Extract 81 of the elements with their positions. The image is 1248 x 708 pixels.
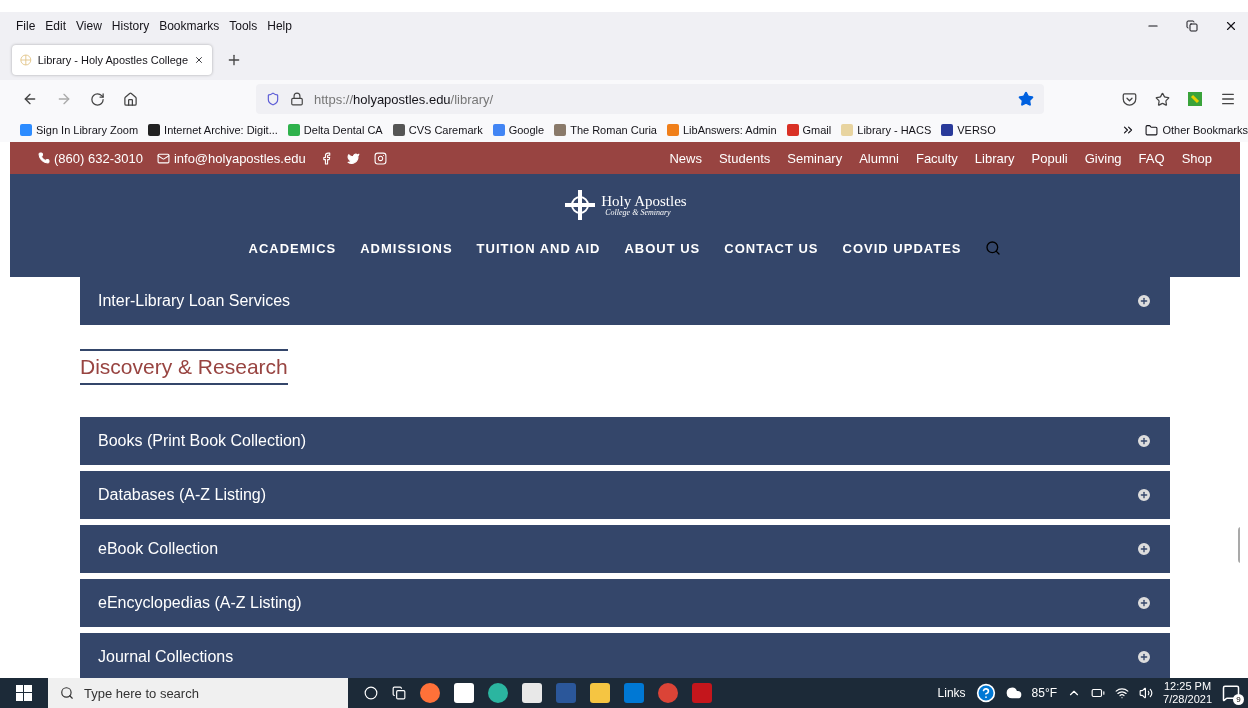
phone-link[interactable]: (860) 632-3010: [38, 150, 143, 166]
temperature[interactable]: 85°F: [1031, 686, 1058, 700]
network-icon[interactable]: [1115, 686, 1130, 700]
cross-logo-icon: [563, 188, 598, 222]
top-nav-link[interactable]: Seminary: [787, 150, 843, 166]
menu-item[interactable]: View: [76, 19, 102, 33]
accordion-header[interactable]: Databases (A-Z Listing): [80, 471, 1170, 519]
twitter-icon[interactable]: [346, 151, 360, 165]
top-nav-link[interactable]: News: [669, 150, 702, 166]
menu-item[interactable]: Help: [267, 19, 292, 33]
main-nav-link[interactable]: ADMISSIONS: [360, 240, 453, 256]
taskbar-search-field[interactable]: Type here to search: [48, 678, 348, 708]
main-nav-link[interactable]: CONTACT US: [724, 240, 819, 256]
close-tab-icon[interactable]: [194, 54, 204, 66]
bookmark-link[interactable]: The Roman Curia: [554, 124, 657, 136]
main-nav-link[interactable]: COVID UPDATES: [842, 240, 962, 256]
top-nav-link[interactable]: Giving: [1084, 150, 1122, 166]
clock[interactable]: 12:25 PM 7/28/2021: [1163, 679, 1212, 707]
main-nav-link[interactable]: TUITION AND AID: [476, 240, 601, 256]
new-tab-icon[interactable]: [226, 52, 242, 68]
main-nav-link[interactable]: ACADEMICS: [248, 240, 337, 256]
top-nav-link[interactable]: Faculty: [915, 150, 958, 166]
cortana-icon[interactable]: [364, 686, 378, 700]
weather-icon[interactable]: [1005, 685, 1022, 701]
bookmark-link[interactable]: Sign In Library Zoom: [20, 124, 139, 136]
top-nav-link[interactable]: Students: [718, 150, 771, 166]
main-nav-link[interactable]: ABOUT US: [624, 240, 701, 256]
site-logo[interactable]: Holy Apostles College & Seminary: [563, 188, 687, 222]
other-bookmarks[interactable]: Other Bookmarks: [1145, 123, 1248, 137]
notifications-icon[interactable]: [1222, 684, 1240, 702]
close-icon[interactable]: [1224, 19, 1238, 33]
help-icon[interactable]: [975, 683, 996, 703]
menu-item[interactable]: File: [16, 19, 36, 33]
bookmark-link[interactable]: Internet Archive: Digit...: [148, 124, 278, 136]
links-toolbar[interactable]: Links: [937, 686, 966, 700]
top-nav-link[interactable]: Alumni: [859, 150, 899, 166]
pocket-icon[interactable]: [1122, 91, 1137, 107]
phone-icon: [38, 152, 50, 164]
instagram-icon[interactable]: [373, 151, 387, 165]
bookmark-link[interactable]: Gmail: [786, 124, 832, 136]
menu-item[interactable]: Bookmarks: [159, 19, 220, 33]
cross-favicon-icon: [20, 53, 32, 67]
menu-item[interactable]: History: [111, 19, 150, 33]
folder-icon: [1145, 123, 1159, 137]
restore-icon[interactable]: [1186, 20, 1198, 32]
bookmark-star-icon[interactable]: [1018, 91, 1034, 107]
menu-icon[interactable]: [1220, 91, 1236, 107]
top-nav-link[interactable]: FAQ: [1138, 150, 1165, 166]
top-nav-link[interactable]: Shop: [1181, 150, 1212, 166]
home-icon[interactable]: [123, 91, 138, 107]
windows-logo-icon: [16, 685, 32, 701]
browser-tab[interactable]: Library - Holy Apostles College: [12, 45, 212, 75]
menu-item[interactable]: Edit: [45, 19, 67, 33]
accordion-header[interactable]: Books (Print Book Collection): [80, 417, 1170, 465]
back-icon[interactable]: [22, 91, 38, 107]
bookmark-link[interactable]: LibAnswers: Admin: [667, 124, 777, 136]
notification-count: 9: [1233, 694, 1244, 705]
accordion-header[interactable]: eBook Collection: [80, 525, 1170, 573]
accordion-header[interactable]: Journal Collections: [80, 633, 1170, 678]
email-link[interactable]: info@holyapostles.edu: [156, 150, 306, 166]
top-nav-link[interactable]: Populi: [1031, 150, 1068, 166]
search-icon: [60, 686, 74, 700]
bookmark-link[interactable]: CVS Caremark: [392, 124, 483, 136]
top-nav-link[interactable]: Library: [974, 150, 1015, 166]
bookmarks-icon[interactable]: [1155, 91, 1170, 107]
bookmark-link[interactable]: VERSO: [941, 124, 996, 136]
accordion-header[interactable]: Inter-Library Loan Services: [80, 277, 1170, 325]
lock-icon: [290, 92, 304, 106]
accordion-header[interactable]: eEncyclopedias (A-Z Listing): [80, 579, 1170, 627]
menu-item[interactable]: Tools: [229, 19, 258, 33]
section-heading: Discovery & Research: [80, 349, 288, 385]
mail-icon: [156, 151, 170, 165]
task-view-icon[interactable]: [392, 686, 406, 700]
shield-icon: [266, 92, 280, 106]
reload-icon[interactable]: [90, 91, 105, 107]
bookmark-link[interactable]: Google: [492, 124, 545, 136]
address-bar[interactable]: https://holyapostles.edu/library/: [256, 84, 1044, 114]
volume-icon[interactable]: [1139, 686, 1154, 700]
bookmark-link[interactable]: Library - HACS: [841, 124, 932, 136]
bookmark-link[interactable]: Delta Dental CA: [287, 124, 383, 136]
battery-icon[interactable]: [1091, 686, 1106, 700]
